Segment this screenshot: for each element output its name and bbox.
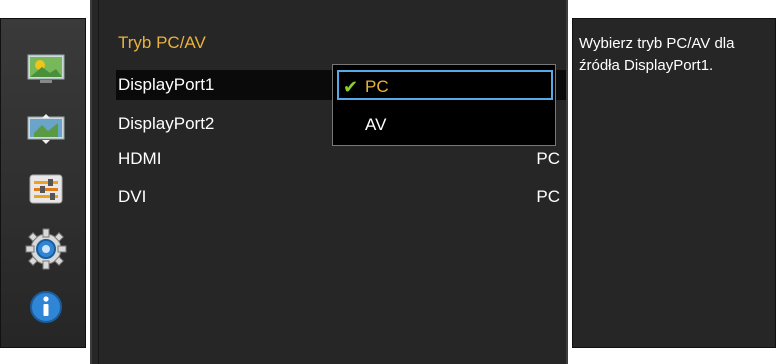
menu-item-label: HDMI — [118, 149, 162, 168]
menu-item-hdmi[interactable]: HDMI PC — [116, 144, 566, 174]
dropdown-option-av[interactable]: AV — [337, 110, 553, 140]
menu-item-value: PC — [536, 187, 560, 206]
help-text: Wybierz tryb PC/AV dla źródła DisplayPor… — [579, 35, 735, 74]
menu-item-value: PC — [536, 149, 560, 168]
menu-item-label: DisplayPort2 — [118, 114, 215, 133]
menu-item-label: DisplayPort1 — [118, 75, 215, 94]
checkmark-icon: ✔ — [343, 77, 359, 97]
menu-title: Tryb PC/AV — [118, 33, 206, 52]
dropdown-option-label: AV — [365, 115, 387, 134]
mode-dropdown: ✔ PC AV — [332, 64, 556, 146]
help-panel: Wybierz tryb PC/AV dla źródła DisplayPor… — [572, 18, 776, 348]
picture-icon[interactable] — [23, 51, 69, 87]
adjust-sliders-icon[interactable] — [23, 171, 69, 207]
dropdown-option-pc[interactable]: ✔ PC — [337, 70, 553, 100]
menu-item-dvi[interactable]: DVI PC — [116, 182, 566, 212]
screen-size-icon[interactable] — [23, 111, 69, 147]
sidebar — [0, 18, 86, 348]
info-icon[interactable] — [23, 289, 69, 325]
menu-panel: Tryb PC/AV DisplayPort1 DisplayPort2 HDM… — [90, 0, 568, 364]
menu-item-label: DVI — [118, 187, 147, 206]
dropdown-option-label: PC — [365, 77, 389, 96]
gear-icon[interactable] — [23, 227, 69, 271]
